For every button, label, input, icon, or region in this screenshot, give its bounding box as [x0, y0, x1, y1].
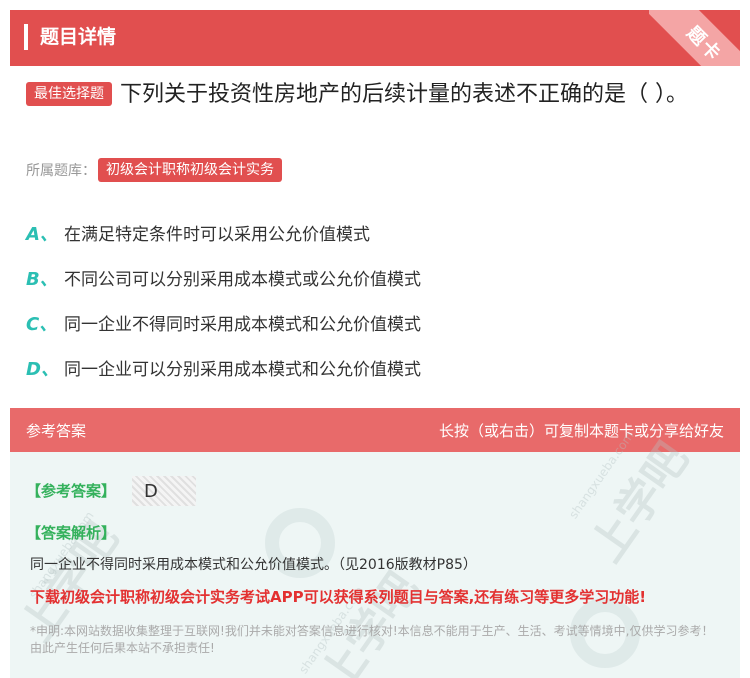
- option-letter: D、: [26, 358, 59, 380]
- option-text: 同一企业不得同时采用成本模式和公允价值模式: [64, 315, 421, 335]
- ribbon-label: 题卡: [682, 22, 726, 66]
- option-letter: B、: [26, 268, 58, 290]
- app-download-link[interactable]: 下载初级会计职称初级会计实务考试APP可以获得系列题目与答案,还有练习等更多学习…: [30, 586, 730, 607]
- question-type-tag: 最佳选择题: [26, 82, 112, 106]
- answer-value: D: [144, 480, 158, 502]
- answer-label: 【参考答案】: [26, 482, 117, 500]
- option-letter: A、: [26, 223, 58, 245]
- option-d[interactable]: D、 同一企业可以分别采用成本模式和公允价值模式: [26, 345, 726, 390]
- option-a[interactable]: A、 在满足特定条件时可以采用公允价值模式: [26, 210, 726, 255]
- disclaimer-text: *申明:本网站数据收集整理于互联网!我们并未能对答案信息进行核对!本信息不能用于…: [30, 624, 714, 655]
- explanation-text: 同一企业不得同时采用成本模式和公允价值模式。（见2016版教材P85）: [30, 557, 477, 573]
- option-text: 同一企业可以分别采用成本模式和公允价值模式: [64, 360, 421, 380]
- page-header: 题目详情 题卡: [10, 10, 740, 66]
- question-card-ribbon[interactable]: 题卡: [649, 10, 740, 66]
- answer-value-image: D: [132, 476, 196, 506]
- answer-panel-title: 参考答案: [26, 421, 87, 440]
- source-label: 所属题库：: [26, 163, 96, 179]
- option-text: 不同公司可以分别采用成本模式或公允价值模式: [64, 270, 421, 290]
- question-source: 所属题库： 初级会计职称初级会计实务: [26, 158, 290, 182]
- question-stem: 最佳选择题 下列关于投资性房地产的后续计量的表述不正确的是（ ）。: [26, 78, 726, 112]
- option-b[interactable]: B、 不同公司可以分别采用成本模式或公允价值模式: [26, 255, 726, 300]
- page-title: 题目详情: [40, 26, 117, 48]
- options-list: A、 在满足特定条件时可以采用公允价值模式 B、 不同公司可以分别采用成本模式或…: [26, 210, 726, 390]
- watermark-text: 上学吧: [310, 563, 429, 678]
- share-hint: 长按（或右击）可复制本题卡或分享给好友: [438, 421, 724, 440]
- question-text: 下列关于投资性房地产的后续计量的表述不正确的是（ ）。: [120, 82, 688, 107]
- source-tag[interactable]: 初级会计职称初级会计实务: [98, 158, 282, 182]
- option-text: 在满足特定条件时可以采用公允价值模式: [64, 225, 370, 245]
- header-accent-bar: [24, 24, 28, 50]
- explanation-label: 【答案解析】: [26, 524, 117, 542]
- option-c[interactable]: C、 同一企业不得同时采用成本模式和公允价值模式: [26, 300, 726, 345]
- option-letter: C、: [26, 313, 58, 335]
